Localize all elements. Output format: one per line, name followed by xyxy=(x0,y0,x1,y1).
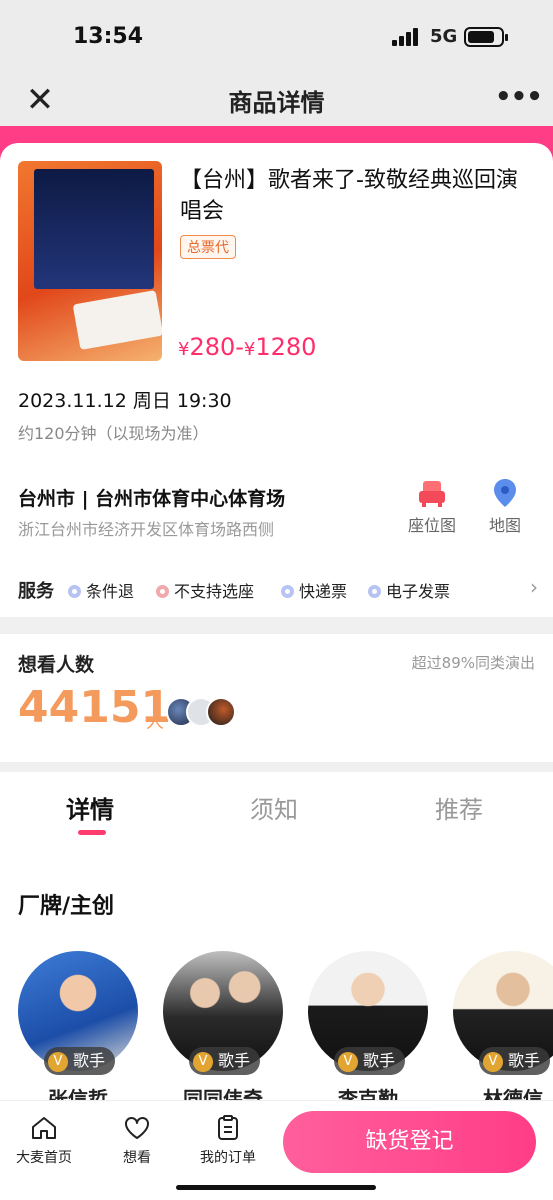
check-dot-icon xyxy=(368,585,381,598)
chevron-right-icon[interactable]: › xyxy=(530,575,538,599)
cross-dot-icon xyxy=(156,585,169,598)
battery-icon xyxy=(464,27,508,47)
services-label: 服务 xyxy=(18,581,54,602)
check-dot-icon xyxy=(281,585,294,598)
poster-logo-backdrop xyxy=(72,290,162,350)
waitlist-button[interactable]: 缺货登记 xyxy=(283,1111,536,1173)
want-button[interactable]: 想看 xyxy=(115,1115,159,1167)
creator-card[interactable]: V 歌手 林德信 xyxy=(453,951,553,1111)
want-card: 想看人数 超过89%同类演出 44151 人 xyxy=(0,634,553,762)
poster-photo-band xyxy=(34,169,154,289)
verified-icon: V xyxy=(48,1052,68,1072)
tab-recommend[interactable]: 推荐 xyxy=(435,790,483,825)
role-badge: V 歌手 xyxy=(479,1047,551,1075)
seat-icon xyxy=(417,478,447,508)
tab-notice[interactable]: 须知 xyxy=(250,790,298,825)
show-datetime: 2023.11.12 周日 19:30 xyxy=(18,390,232,412)
service-item: 不支持选座 xyxy=(156,578,254,602)
service-label: 不支持选座 xyxy=(174,582,255,601)
status-bar: 13:54 5G xyxy=(0,0,553,72)
product-card: 【台州】歌者来了-致敬经典巡回演唱会 总票代 ¥280-¥1280 2023.1… xyxy=(0,143,553,617)
price-currency-2: ¥ xyxy=(243,339,256,360)
verified-icon: V xyxy=(338,1052,358,1072)
service-item: 电子发票 xyxy=(368,578,450,602)
service-label: 条件退 xyxy=(86,582,135,601)
price-currency: ¥ xyxy=(178,339,190,360)
show-duration: 约120分钟（以现场为准） xyxy=(18,424,209,443)
check-dot-icon xyxy=(68,585,81,598)
service-label: 快递票 xyxy=(299,582,348,601)
seatmap-label: 座位图 xyxy=(407,516,456,535)
price-low: 280- xyxy=(189,333,244,361)
role-label: 歌手 xyxy=(218,1051,251,1070)
service-item: 条件退 xyxy=(68,578,134,602)
status-time: 13:54 xyxy=(73,24,144,49)
role-label: 歌手 xyxy=(363,1051,396,1070)
role-badge: V 歌手 xyxy=(334,1047,406,1075)
map-button[interactable]: 地图 xyxy=(482,478,528,536)
orders-label: 我的订单 xyxy=(200,1150,256,1166)
role-badge: V 歌手 xyxy=(189,1047,261,1075)
tab-indicator xyxy=(78,830,106,835)
map-label: 地图 xyxy=(488,516,521,535)
want-title: 想看人数 xyxy=(18,654,95,676)
nav-bar: ✕ 商品详情 ••• xyxy=(0,72,553,128)
price-range: ¥280-¥1280 xyxy=(178,333,316,361)
service-item: 快递票 xyxy=(281,578,347,602)
role-badge: V 歌手 xyxy=(44,1047,116,1075)
want-subtitle: 超过89%同类演出 xyxy=(411,654,535,672)
page-title: 商品详情 xyxy=(228,89,325,117)
bottom-bar: 大麦首页 想看 我的订单 缺货登记 xyxy=(0,1100,553,1200)
order-icon xyxy=(218,1115,238,1140)
seatmap-button[interactable]: 座位图 xyxy=(402,478,462,536)
home-button[interactable]: 大麦首页 xyxy=(16,1115,72,1167)
venue-address[interactable]: 浙江台州市经济开发区体育场路西侧 xyxy=(18,516,274,540)
verified-icon: V xyxy=(193,1052,213,1072)
signal-icon xyxy=(392,28,422,46)
creators-title: 厂牌/主创 xyxy=(18,894,115,919)
creator-card[interactable]: V 歌手 同同伟奇 xyxy=(163,951,283,1111)
creator-card[interactable]: V 歌手 李克勤 xyxy=(308,951,428,1111)
location-pin-icon xyxy=(492,478,518,508)
details-section: 详情 须知 推荐 厂牌/主创 V 歌手 张信哲 V 歌手 同同伟奇 V 歌手 李克勤 … xyxy=(0,772,553,1111)
role-label: 歌手 xyxy=(73,1051,106,1070)
more-icon[interactable]: ••• xyxy=(495,82,543,118)
price-high: 1280 xyxy=(255,333,317,361)
want-unit: 人 xyxy=(146,712,164,733)
venue-name[interactable]: 台州市 | 台州市体育中心体育场 xyxy=(18,484,285,511)
tab-details[interactable]: 详情 xyxy=(66,790,114,825)
creator-card[interactable]: V 歌手 张信哲 xyxy=(18,951,138,1111)
product-title: 【台州】歌者来了-致敬经典巡回演唱会 xyxy=(180,168,518,224)
orders-button[interactable]: 我的订单 xyxy=(198,1115,258,1167)
home-icon xyxy=(32,1117,56,1139)
want-label: 想看 xyxy=(123,1150,151,1166)
role-label: 歌手 xyxy=(508,1051,541,1070)
verified-icon: V xyxy=(483,1052,503,1072)
service-label: 电子发票 xyxy=(386,582,451,601)
product-poster[interactable] xyxy=(18,161,162,361)
home-indicator xyxy=(176,1185,376,1190)
home-label: 大麦首页 xyxy=(16,1150,72,1166)
network-type: 5G xyxy=(430,26,458,47)
avatar xyxy=(206,697,236,727)
services-row[interactable]: 服务 条件退 不支持选座 快递票 电子发票 › xyxy=(18,575,538,603)
agent-tag: 总票代 xyxy=(180,235,236,259)
heart-icon xyxy=(125,1117,149,1139)
